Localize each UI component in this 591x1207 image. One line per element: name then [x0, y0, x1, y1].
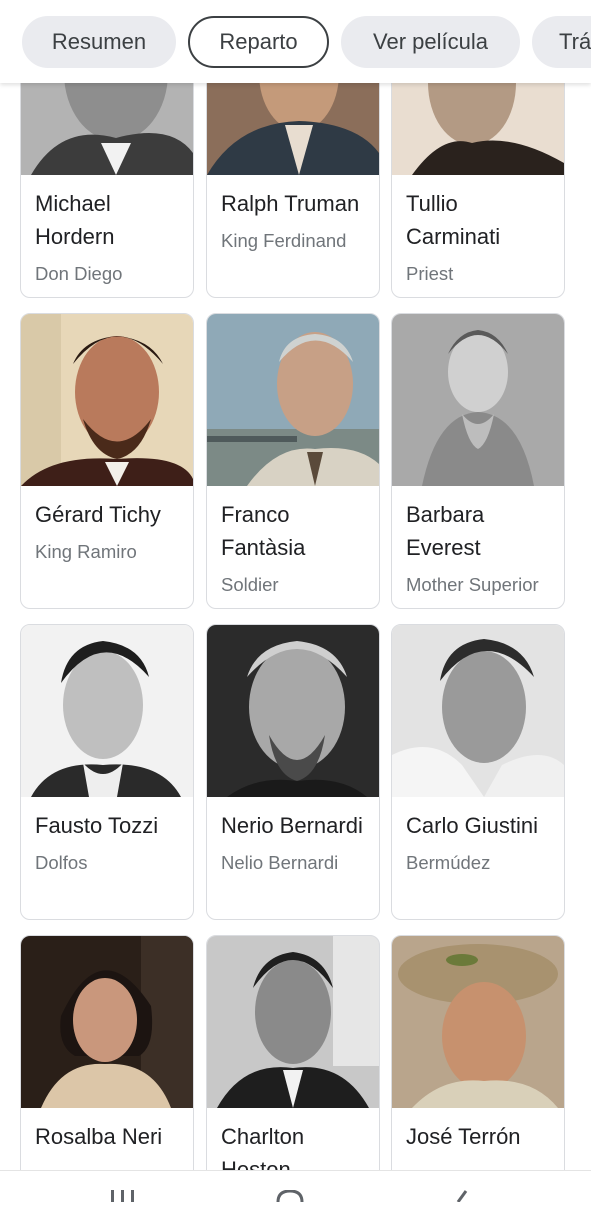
tab-ver-pelicula[interactable]: Ver película — [341, 16, 520, 68]
cast-role: Dolfos — [35, 852, 88, 873]
cast-role: Mother Superior — [406, 574, 539, 595]
cast-name: Tullio Carminati — [406, 191, 501, 249]
cast-role: King Ferdinand — [221, 230, 347, 251]
cast-name: Fausto Tozzi — [35, 813, 159, 838]
cast-photo — [21, 625, 193, 797]
cast-name: Gérard Tichy — [35, 502, 161, 527]
cast-role: Soldier — [221, 574, 279, 595]
cast-role: Bermúdez — [406, 852, 491, 873]
cast-photo — [207, 936, 379, 1108]
cast-card[interactable]: Barbara Everest Mother Superior — [391, 313, 565, 609]
cast-card[interactable]: José Terrón — [391, 935, 565, 1170]
cast-photo — [21, 936, 193, 1108]
home-icon[interactable] — [276, 1189, 304, 1207]
cast-card[interactable]: Nerio Bernardi Nelio Bernardi — [206, 624, 380, 920]
cast-name: José Terrón — [406, 1124, 521, 1149]
cast-name: Charlton Heston — [221, 1124, 305, 1170]
cast-role: Nelio Bernardi — [221, 852, 339, 873]
cast-photo — [207, 314, 379, 486]
cast-name: Barbara Everest — [406, 502, 485, 560]
cast-name: Franco Fantàsia — [221, 502, 306, 560]
recent-apps-icon[interactable] — [110, 1189, 136, 1207]
back-icon[interactable] — [452, 1189, 468, 1207]
cast-photo — [21, 314, 193, 486]
cast-name: Michael Hordern — [35, 191, 115, 249]
cast-role: Don Diego — [35, 263, 123, 284]
tab-resumen[interactable]: Resumen — [22, 16, 176, 68]
tab-bar: Resumen Reparto Ver película Trá — [0, 0, 591, 83]
cast-name: Carlo Giustini — [406, 813, 539, 838]
cast-card[interactable]: Gérard Tichy King Ramiro — [20, 313, 194, 609]
system-nav-bar — [0, 1170, 591, 1203]
cast-card[interactable]: Franco Fantàsia Soldier — [206, 313, 380, 609]
tab-reparto[interactable]: Reparto — [188, 16, 329, 68]
cast-name: Rosalba Neri — [35, 1124, 163, 1149]
cast-photo — [207, 625, 379, 797]
cast-grid: Michael Hordern Don Diego Ralph Truman K… — [0, 0, 591, 1170]
cast-photo — [392, 936, 564, 1108]
cast-name: Nerio Bernardi — [221, 813, 363, 838]
cast-card[interactable]: Carlo Giustini Bermúdez — [391, 624, 565, 920]
cast-photo — [392, 314, 564, 486]
cast-card[interactable]: Fausto Tozzi Dolfos — [20, 624, 194, 920]
cast-role: Priest — [406, 263, 454, 284]
cast-name: Ralph Truman — [221, 191, 360, 216]
tab-trailers[interactable]: Trá — [532, 16, 591, 68]
cast-card[interactable]: Charlton Heston — [206, 935, 380, 1170]
cast-photo — [392, 625, 564, 797]
cast-card[interactable]: Rosalba Neri — [20, 935, 194, 1170]
cast-role: King Ramiro — [35, 541, 137, 562]
